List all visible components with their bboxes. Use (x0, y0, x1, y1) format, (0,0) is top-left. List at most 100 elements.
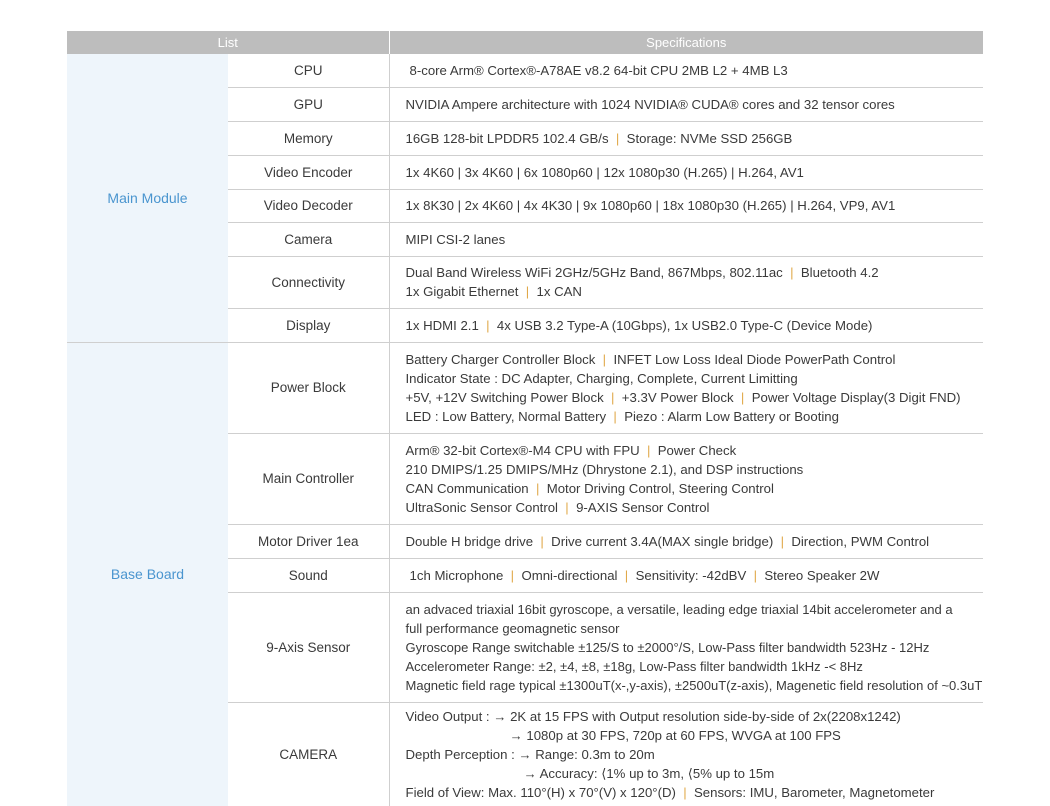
row-item: Video Decoder (228, 189, 390, 223)
row-spec: Battery Charger Controller Block | INFET… (389, 342, 984, 434)
spec-line: Indicator State : DC Adapter, Charging, … (406, 369, 980, 388)
spec-text: Sensors: IMU, Barometer, Magnetometer (693, 784, 935, 800)
spec-line: → 1080p at 30 FPS, 720p at 60 FPS, WVGA … (406, 726, 980, 745)
spec-text: Gyroscope Range switchable ±125/S to ±20… (405, 639, 930, 655)
spec-line: Accelerometer Range: ±2, ±4, ±8, ±18g, L… (406, 657, 980, 676)
spec-text: 1x CAN (536, 284, 582, 299)
row-spec: 16GB 128-bit LPDDR5 102.4 GB/s | Storage… (389, 121, 984, 156)
spec-line: 8-core Arm® Cortex®-A78AE v8.2 64-bit CP… (410, 61, 980, 80)
spec-text: full performance geomagnetic sensor (405, 620, 620, 636)
spec-text: Sensitivity: -42dBV (635, 567, 747, 583)
spec-text: Battery Charger Controller Block (405, 351, 596, 367)
separator-bar: | (518, 284, 537, 299)
spec-text: 4x USB 3.2 Type-A (10Gbps), 1x USB2.0 Ty… (496, 317, 873, 333)
row-spec: 1x 4K60 | 3x 4K60 | 6x 1080p60 | 12x 108… (389, 155, 984, 190)
spec-table: List Specifications Main Module CPU 8-co… (67, 31, 984, 806)
spec-text: Power Voltage Display(3 Digit FND) (751, 389, 961, 405)
spec-line: 1x 8K30 | 2x 4K60 | 4x 4K30 | 9x 1080p60… (406, 196, 980, 215)
spec-line: Depth Perception : → Range: 0.3m to 20m (406, 745, 980, 764)
row-item: Main Controller (228, 433, 390, 525)
spec-text: Field of View: Max. 110°(H) x 70°(V) x 1… (405, 784, 676, 800)
separator-bar: | (746, 567, 765, 583)
spec-text: → Accuracy: ⟨1% up to 3m, ⟨5% up to 15m (523, 765, 775, 781)
spec-line: an advaced triaxial 16bit gyroscope, a v… (406, 600, 980, 619)
separator-bar: | (528, 480, 547, 496)
group-main-module: Main Module (67, 54, 228, 343)
spec-text: Power Check (657, 442, 737, 458)
row-spec: an advaced triaxial 16bit gyroscope, a v… (389, 592, 984, 703)
row-spec: 1x HDMI 2.1 | 4x USB 3.2 Type-A (10Gbps)… (389, 308, 984, 343)
spec-text: Bluetooth 4.2 (800, 265, 879, 280)
separator-bar: | (733, 389, 752, 405)
spec-line: CAN Communication | Motor Driving Contro… (406, 479, 980, 498)
separator-bar: | (639, 442, 658, 458)
spec-text: CAN Communication (405, 480, 529, 496)
spec-text: UltraSonic Sensor Control (405, 499, 558, 515)
spec-line: 1ch Microphone | Omni-directional | Sens… (410, 566, 980, 585)
spec-line: 1x Gigabit Ethernet | 1x CAN (406, 282, 980, 301)
separator-bar: | (617, 567, 636, 583)
spec-line: 210 DMIPS/1.25 DMIPS/MHz (Dhrystone 2.1)… (406, 460, 980, 479)
spec-line: 16GB 128-bit LPDDR5 102.4 GB/s | Storage… (406, 129, 980, 148)
spec-text: Stereo Speaker 2W (764, 567, 880, 583)
row-item: Display (228, 308, 390, 343)
spec-text: Dual Band Wireless WiFi 2GHz/5GHz Band, … (405, 265, 783, 280)
row-spec: 1ch Microphone | Omni-directional | Sens… (389, 558, 984, 593)
row-item: CPU (228, 54, 390, 88)
spec-text: LED : Low Battery, Normal Battery (405, 408, 607, 424)
spec-text: Accelerometer Range: ±2, ±4, ±8, ±18g, L… (405, 658, 863, 674)
spec-line: → Accuracy: ⟨1% up to 3m, ⟨5% up to 15m (406, 764, 980, 783)
spec-text: Video Output : → 2K at 15 FPS with Outpu… (405, 708, 901, 724)
spec-line: Arm® 32-bit Cortex®-M4 CPU with FPU | Po… (406, 441, 980, 460)
separator-bar: | (557, 499, 577, 515)
spec-line: Double H bridge drive | Drive current 3.… (406, 532, 980, 551)
spec-line: NVIDIA Ampere architecture with 1024 NVI… (406, 95, 980, 114)
spec-text: 1x 4K60 | 3x 4K60 | 6x 1080p60 | 12x 108… (405, 164, 804, 180)
spec-line: +5V, +12V Switching Power Block | +3.3V … (406, 388, 980, 407)
spec-text: Motor Driving Control, Steering Control (546, 480, 774, 496)
separator-bar: | (675, 784, 694, 800)
row-item: Power Block (228, 342, 390, 434)
row-spec: Dual Band Wireless WiFi 2GHz/5GHz Band, … (389, 256, 984, 309)
spec-text: INFET Low Loss Ideal Diode PowerPath Con… (613, 351, 896, 367)
group-base-board: Base Board (67, 342, 228, 806)
table-row: Base Board Power Block Battery Charger C… (67, 342, 984, 806)
spec-text: Drive current 3.4A(MAX single bridge) (551, 533, 774, 549)
separator-bar: | (503, 567, 522, 583)
spec-text: Indicator State : DC Adapter, Charging, … (405, 370, 798, 386)
row-spec: NVIDIA Ampere architecture with 1024 NVI… (389, 87, 984, 122)
spec-text: NVIDIA Ampere architecture with 1024 NVI… (405, 96, 895, 112)
spec-line: Gyroscope Range switchable ±125/S to ±20… (406, 638, 980, 657)
separator-bar: | (533, 533, 552, 549)
header-row: List Specifications (67, 31, 984, 54)
spec-text: 1x 8K30 | 2x 4K60 | 4x 4K30 | 9x 1080p60… (405, 198, 896, 213)
separator-bar: | (782, 265, 801, 280)
spec-text: +5V, +12V Switching Power Block (405, 389, 604, 405)
spec-line: MIPI CSI-2 lanes (406, 230, 980, 249)
spec-text: 1ch Microphone (409, 567, 504, 583)
spec-line: LED : Low Battery, Normal Battery | Piez… (406, 407, 980, 426)
spec-text: Depth Perception : → Range: 0.3m to 20m (405, 746, 655, 762)
spec-text: 1x HDMI 2.1 (405, 317, 479, 333)
row-item: Memory (228, 121, 390, 156)
spec-text: 1x Gigabit Ethernet (405, 284, 519, 299)
row-spec: 8-core Arm® Cortex®-A78AE v8.2 64-bit CP… (389, 54, 984, 88)
spec-text: → 1080p at 30 FPS, 720p at 60 FPS, WVGA … (509, 727, 841, 743)
spec-line: Video Output : → 2K at 15 FPS with Outpu… (406, 707, 980, 726)
spec-line: Magnetic field rage typical ±1300uT(x-,y… (406, 676, 983, 695)
spec-text: 210 DMIPS/1.25 DMIPS/MHz (Dhrystone 2.1)… (405, 461, 804, 477)
row-spec: Arm® 32-bit Cortex®-M4 CPU with FPU | Po… (389, 433, 984, 525)
separator-bar: | (608, 130, 627, 146)
spec-text: Direction, PWM Control (791, 533, 930, 549)
spec-line: Dual Band Wireless WiFi 2GHz/5GHz Band, … (406, 263, 980, 282)
spec-text: +3.3V Power Block (621, 389, 734, 405)
spec-text: Piezo : Alarm Low Battery or Booting (624, 408, 839, 424)
row-item: Video Encoder (228, 155, 390, 190)
spec-line: full performance geomagnetic sensor (406, 619, 980, 638)
header-list: List (67, 31, 390, 54)
spec-text: an advaced triaxial 16bit gyroscope, a v… (405, 601, 953, 617)
separator-bar: | (478, 317, 497, 333)
separator-bar: | (773, 533, 792, 549)
separator-bar: | (603, 389, 622, 405)
spec-text: 9-AXIS Sensor Control (576, 499, 710, 515)
